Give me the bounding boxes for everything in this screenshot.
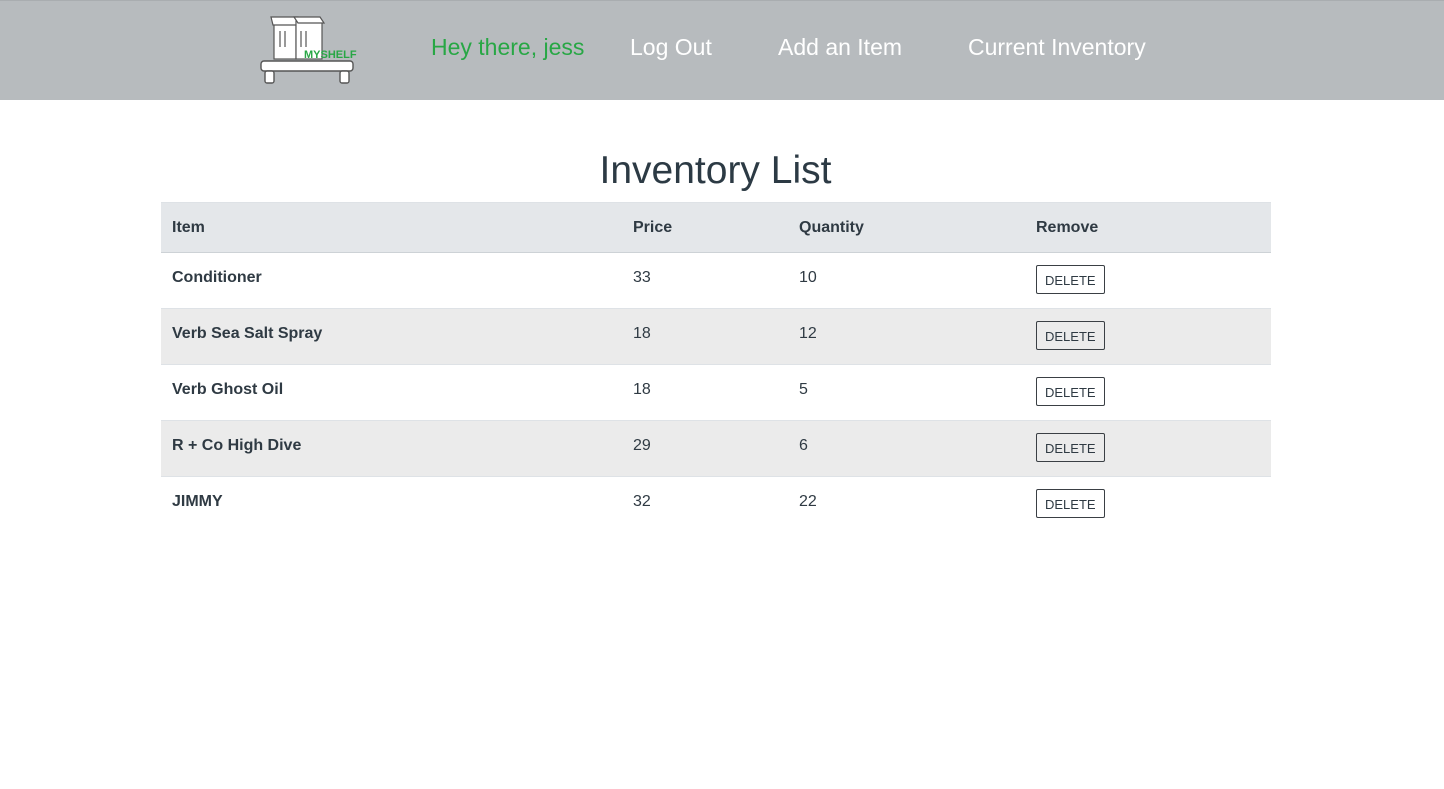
item-cell: JIMMY	[161, 476, 622, 532]
logout-link[interactable]: Log Out	[630, 33, 712, 61]
price-cell: 18	[622, 308, 788, 365]
item-name: JIMMY	[172, 493, 223, 510]
remove-cell: DELETE	[1025, 308, 1271, 365]
remove-cell: DELETE	[1025, 476, 1271, 532]
item-cell: Verb Ghost Oil	[161, 364, 622, 421]
quantity-cell: 12	[788, 308, 1025, 365]
price-cell: 29	[622, 420, 788, 477]
table-header-row: Item Price Quantity Remove	[161, 202, 1271, 253]
item-name: Verb Ghost Oil	[172, 381, 284, 398]
delete-button[interactable]: DELETE	[1036, 489, 1105, 518]
price-cell: 33	[622, 252, 788, 309]
column-header-remove: Remove	[1025, 202, 1271, 253]
add-item-link[interactable]: Add an Item	[778, 33, 902, 61]
item-quantity: 10	[799, 269, 817, 286]
current-inventory-link[interactable]: Current Inventory	[968, 33, 1146, 61]
price-cell: 18	[622, 364, 788, 421]
item-price: 33	[633, 269, 651, 286]
myshelf-logo-icon[interactable]: MYSHELF	[258, 13, 358, 87]
item-quantity: 12	[799, 325, 817, 342]
quantity-cell: 6	[788, 420, 1025, 477]
navbar: MYSHELF Hey there, jess Log Out Add an I…	[0, 0, 1444, 100]
page-title: Inventory List	[599, 149, 832, 192]
quantity-cell: 10	[788, 252, 1025, 309]
quantity-cell: 5	[788, 364, 1025, 421]
delete-button[interactable]: DELETE	[1036, 377, 1105, 406]
table-row: Conditioner 33 10 DELETE	[161, 252, 1271, 309]
greeting-text: Hey there, jess	[431, 34, 585, 60]
item-price: 18	[633, 325, 651, 342]
table-row: Verb Ghost Oil 18 5 DELETE	[161, 364, 1271, 421]
remove-cell: DELETE	[1025, 364, 1271, 421]
item-name: R + Co High Dive	[172, 437, 302, 454]
remove-cell: DELETE	[1025, 252, 1271, 309]
quantity-cell: 22	[788, 476, 1025, 532]
item-price: 29	[633, 437, 651, 454]
item-cell: R + Co High Dive	[161, 420, 622, 477]
item-price: 18	[633, 381, 651, 398]
table-row: R + Co High Dive 29 6 DELETE	[161, 420, 1271, 477]
column-header-price: Price	[622, 202, 788, 253]
table-row: Verb Sea Salt Spray 18 12 DELETE	[161, 308, 1271, 365]
logo-text: MYSHELF	[304, 49, 357, 61]
column-header-quantity: Quantity	[788, 202, 1025, 253]
item-quantity: 22	[799, 493, 817, 510]
column-header-item: Item	[161, 202, 622, 253]
inventory-table: Item Price Quantity Remove Conditioner 3…	[161, 202, 1271, 532]
delete-button[interactable]: DELETE	[1036, 321, 1105, 350]
price-cell: 32	[622, 476, 788, 532]
delete-button[interactable]: DELETE	[1036, 433, 1105, 462]
delete-button[interactable]: DELETE	[1036, 265, 1105, 294]
remove-cell: DELETE	[1025, 420, 1271, 477]
item-cell: Conditioner	[161, 252, 622, 309]
item-price: 32	[633, 493, 651, 510]
item-cell: Verb Sea Salt Spray	[161, 308, 622, 365]
table-row: JIMMY 32 22 DELETE	[161, 476, 1271, 532]
item-name: Verb Sea Salt Spray	[172, 325, 323, 342]
item-quantity: 5	[799, 381, 808, 398]
item-quantity: 6	[799, 437, 808, 454]
item-name: Conditioner	[172, 269, 262, 286]
